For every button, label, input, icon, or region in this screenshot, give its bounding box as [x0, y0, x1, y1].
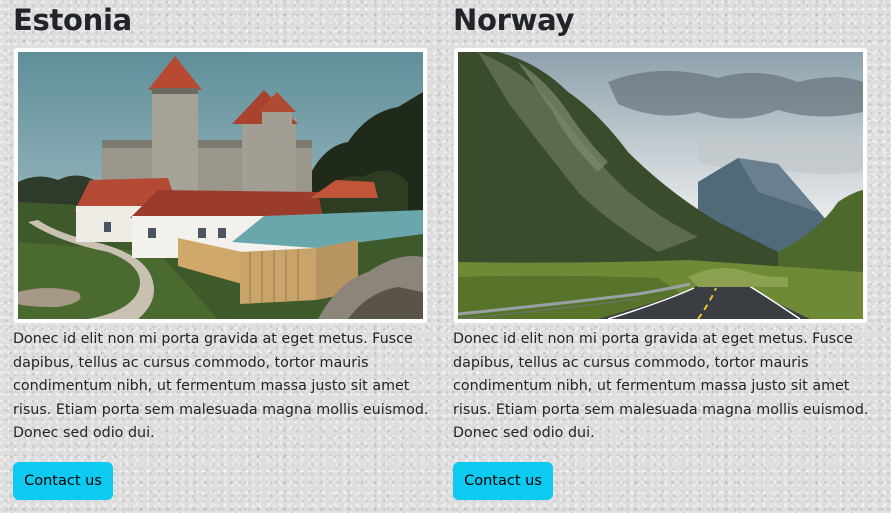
castle-illustration — [18, 52, 423, 319]
card-description: Donec id elit non mi porta gravida at eg… — [453, 331, 869, 442]
castle-photo — [13, 47, 428, 324]
card-description: Donec id elit non mi porta gravida at eg… — [13, 331, 429, 442]
card-estonia: Estonia Donec id elit non mi porta gravi… — [13, 0, 431, 500]
contact-us-button[interactable]: Contact us — [13, 462, 113, 500]
mountain-road-illustration — [458, 52, 863, 319]
mountain-road-photo — [453, 47, 868, 324]
card-title: Norway — [453, 3, 575, 37]
card-norway: Norway Donec id elit non mi porta gravid… — [453, 0, 871, 500]
contact-us-button[interactable]: Contact us — [453, 462, 553, 500]
card-title: Estonia — [13, 3, 132, 37]
